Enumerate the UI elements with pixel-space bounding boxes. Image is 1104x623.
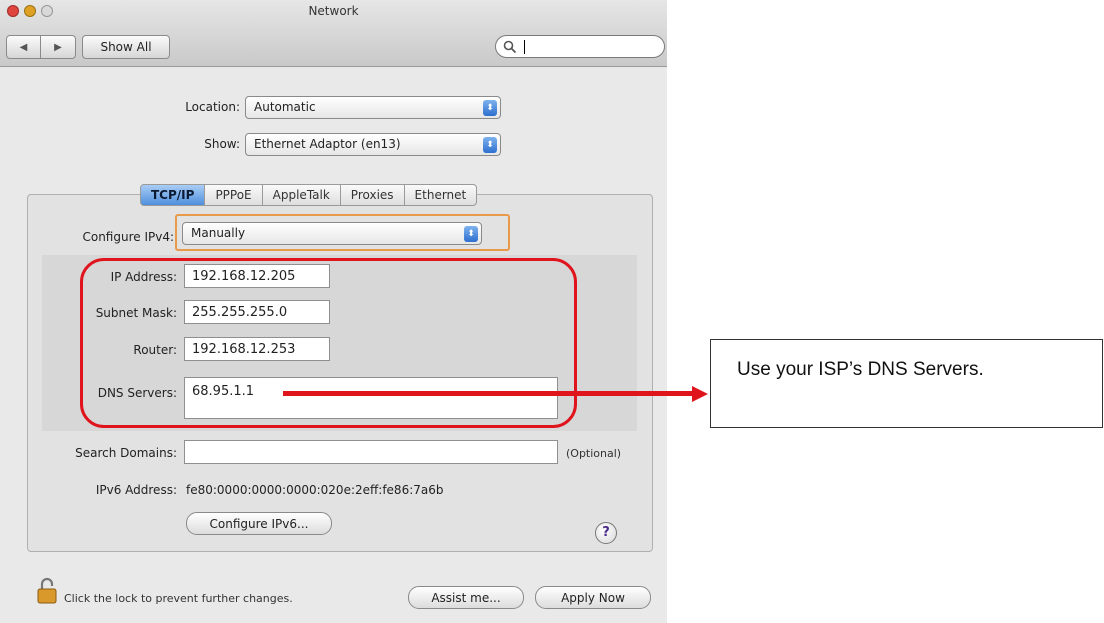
tab-pppoe[interactable]: PPPoE [205, 184, 263, 206]
tab-tcpip[interactable]: TCP/IP [140, 184, 206, 206]
popup-arrows-icon: ⬍ [483, 137, 497, 153]
configure-ipv6-button[interactable]: Configure IPv6... [186, 512, 332, 535]
search-icon [503, 40, 517, 54]
show-label: Show: [204, 137, 240, 151]
tab-proxies[interactable]: Proxies [340, 184, 405, 206]
highlight-box-red [80, 258, 577, 428]
tab-ethernet[interactable]: Ethernet [404, 184, 478, 206]
window-title: Network [308, 4, 359, 18]
lock-text: Click the lock to prevent further change… [64, 592, 293, 605]
assist-me-button[interactable]: Assist me... [408, 586, 524, 609]
text-caret [524, 40, 525, 54]
popup-arrows-icon: ⬍ [483, 100, 497, 116]
location-label: Location: [185, 100, 240, 114]
show-popup[interactable]: Ethernet Adaptor (en13) ⬍ [245, 133, 501, 156]
ipv6-address-label: IPv6 Address: [95, 483, 177, 497]
title-bar: Network ◀ ▶ Show All [0, 0, 667, 67]
highlight-box-orange [175, 214, 510, 251]
optional-label: (Optional) [566, 447, 622, 460]
lock-icon[interactable] [36, 577, 58, 605]
search-domains-label: Search Domains: [75, 446, 177, 460]
annotation-text: Use your ISP’s DNS Servers. [737, 359, 984, 380]
back-button[interactable]: ◀ [6, 35, 41, 59]
network-preferences-window: Network ◀ ▶ Show All Location: Automatic… [0, 0, 667, 623]
nav-buttons: ◀ ▶ [6, 35, 76, 59]
ipv6-address-value: fe80:0000:0000:0000:020e:2eff:fe86:7a6b [186, 483, 444, 497]
tab-appletalk[interactable]: AppleTalk [262, 184, 341, 206]
apply-now-button[interactable]: Apply Now [535, 586, 651, 609]
forward-button[interactable]: ▶ [41, 35, 76, 59]
show-value: Ethernet Adaptor (en13) [254, 137, 401, 151]
help-button[interactable]: ? [595, 522, 617, 544]
annotation-callout: Use your ISP’s DNS Servers. [710, 339, 1103, 428]
show-all-button[interactable]: Show All [82, 35, 170, 59]
location-popup[interactable]: Automatic ⬍ [245, 96, 501, 119]
back-arrow-icon: ◀ [19, 41, 28, 53]
location-value: Automatic [254, 100, 316, 114]
tab-bar: TCP/IP PPPoE AppleTalk Proxies Ethernet [140, 184, 478, 206]
search-domains-field[interactable] [184, 440, 558, 464]
annotation-arrow-head-icon [692, 386, 708, 402]
search-field[interactable] [495, 35, 665, 58]
configure-ipv4-label: Configure IPv4: [82, 230, 174, 244]
forward-arrow-icon: ▶ [54, 41, 62, 53]
annotation-arrow-line [283, 391, 694, 396]
